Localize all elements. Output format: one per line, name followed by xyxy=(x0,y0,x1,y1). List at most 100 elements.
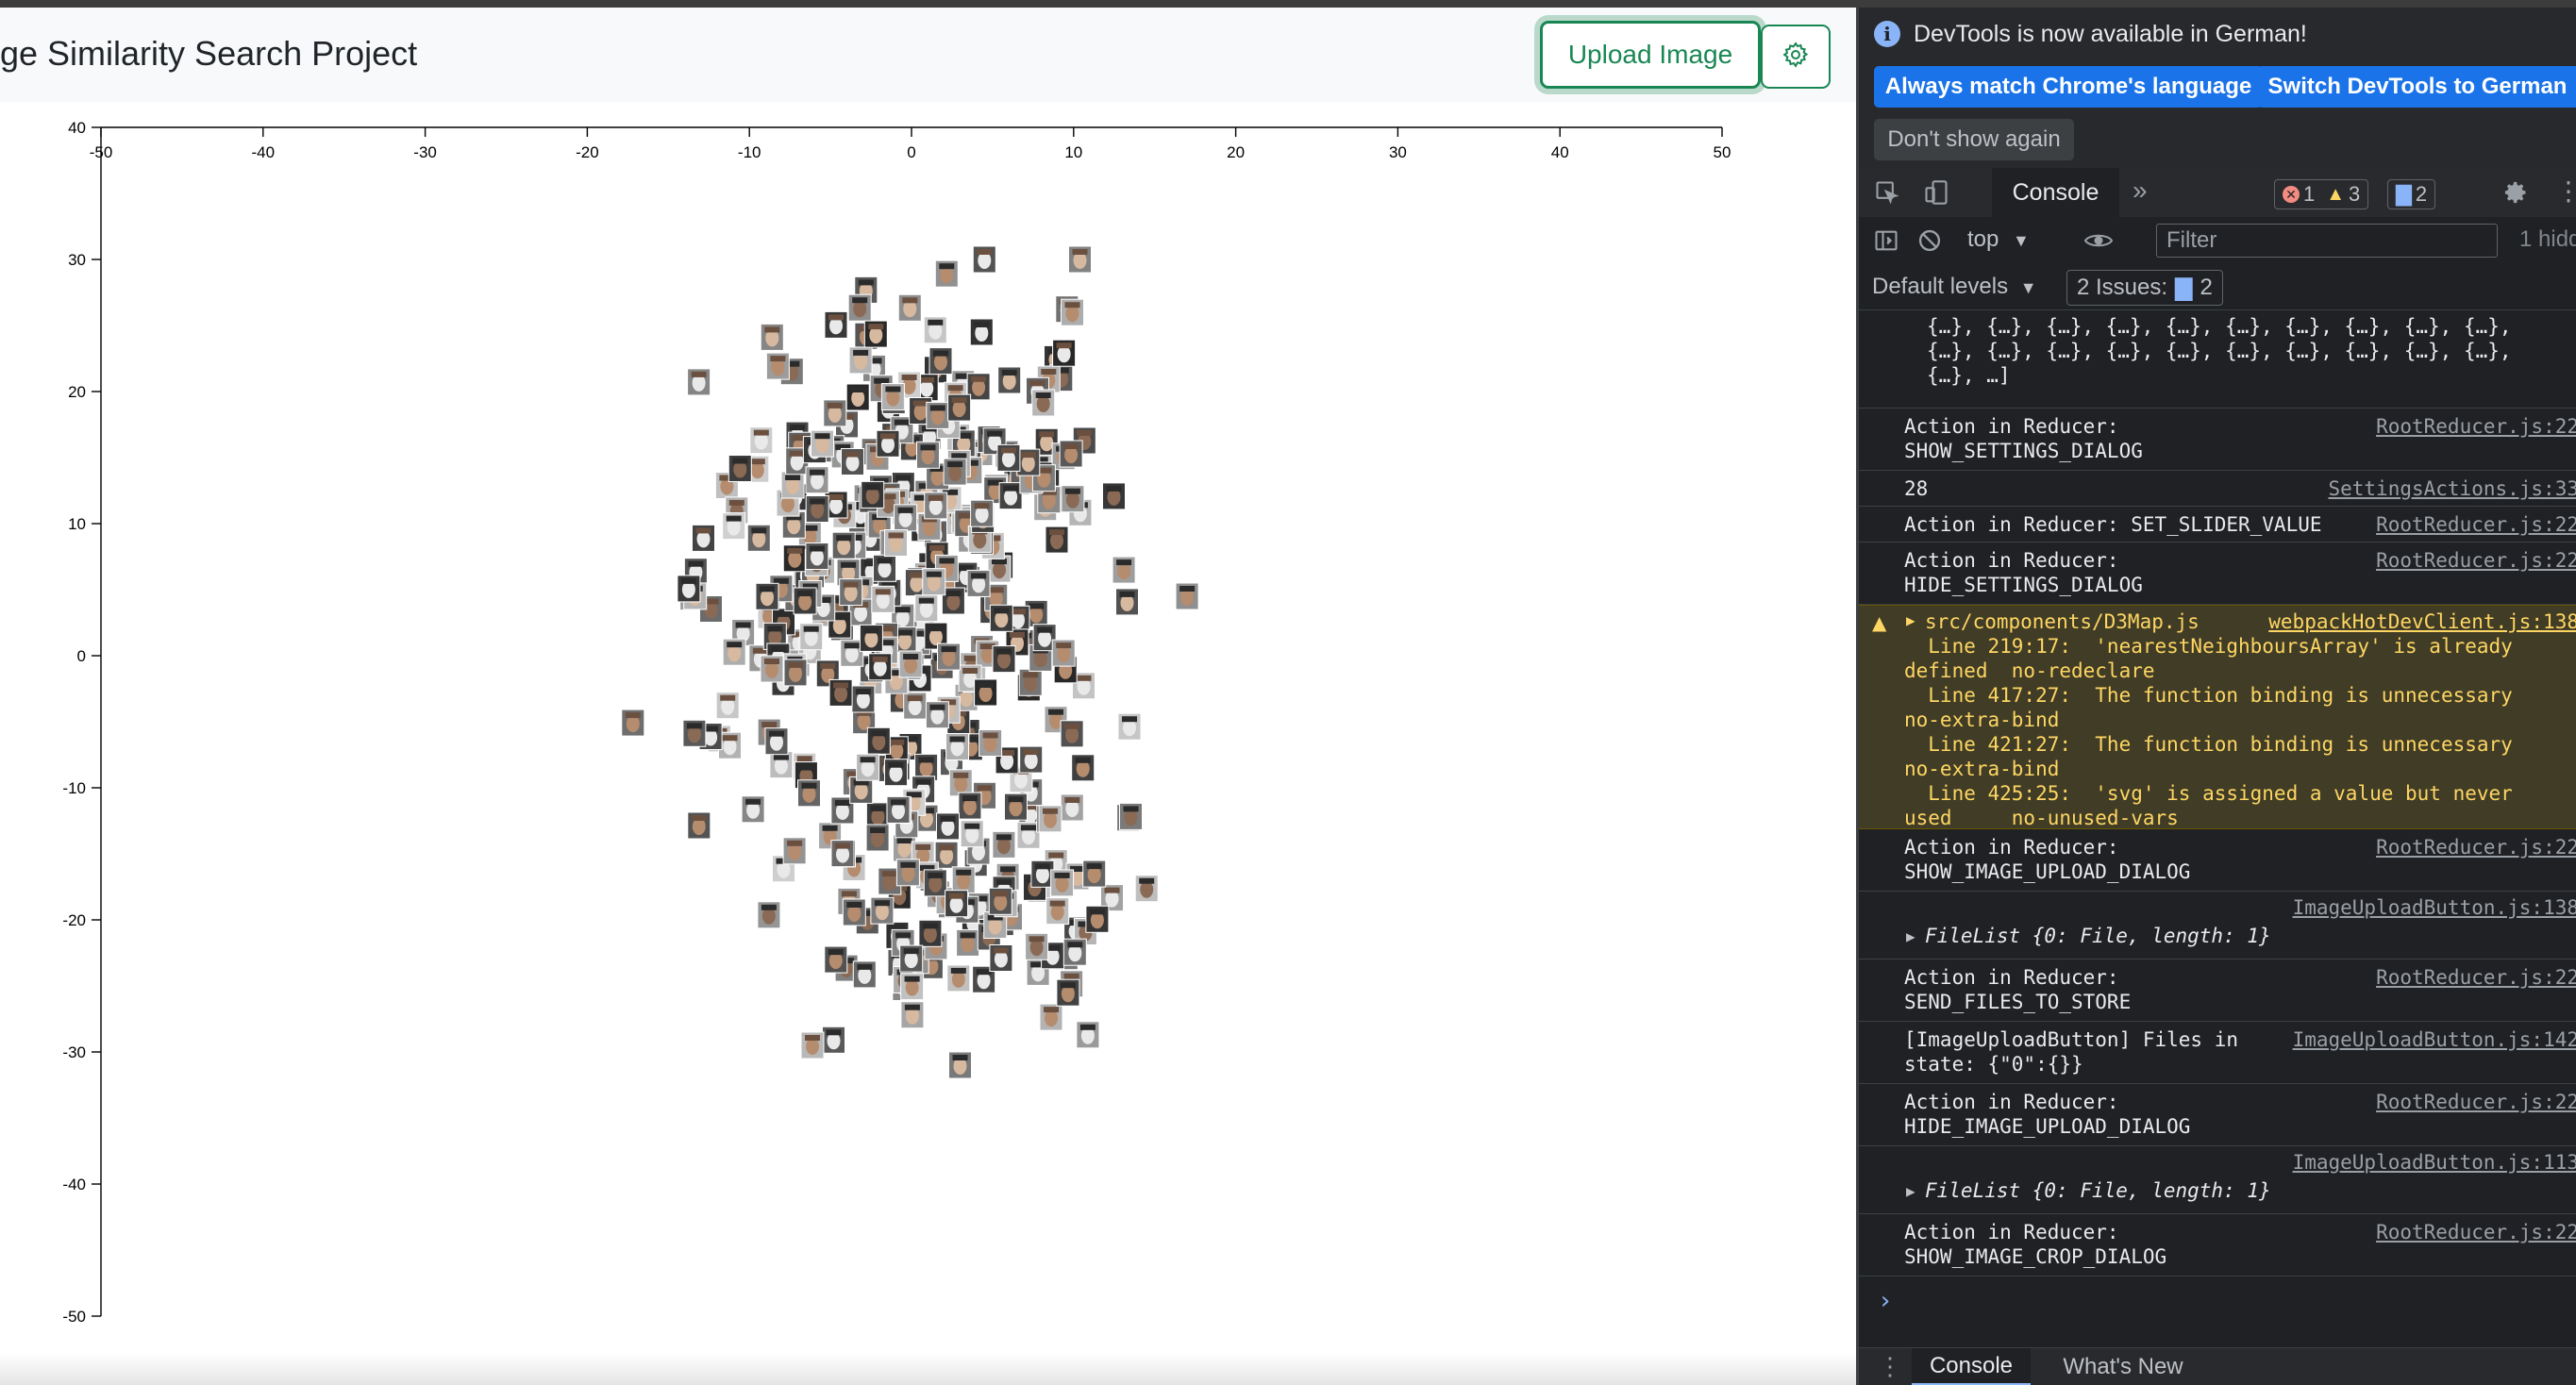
thumbnail-hair xyxy=(797,591,813,596)
thumbnail-hair xyxy=(928,319,944,325)
face-thumbnail xyxy=(914,594,939,623)
source-link[interactable]: webpackHotDevClient.js:138 xyxy=(2268,609,2576,634)
thumbnail-hair xyxy=(732,458,748,464)
source-link[interactable]: ImageUploadButton.js:138 xyxy=(2293,895,2576,920)
y-tick-label: -50 xyxy=(62,1308,86,1326)
source-link[interactable]: SettingsActions.js:33 xyxy=(2328,476,2576,501)
thumbnail-hair xyxy=(1063,443,1079,449)
face-thumbnail xyxy=(989,944,1013,972)
eye-icon[interactable] xyxy=(2083,226,2114,255)
clear-console-icon[interactable] xyxy=(1915,226,1944,255)
face-thumbnail xyxy=(988,887,1012,915)
thumbnail-hair xyxy=(885,386,901,392)
source-link[interactable]: RootReducer.js:22 xyxy=(2376,414,2576,439)
thumbnail-hair xyxy=(875,589,891,595)
more-options-icon[interactable]: ⋮ xyxy=(2555,175,2576,207)
face-thumbnail xyxy=(1134,875,1159,903)
face-thumbnail xyxy=(800,1031,825,1060)
console-toolbar: top ▼ Filter 1 hidden xyxy=(1859,217,2576,265)
source-link[interactable]: RootReducer.js:22 xyxy=(2376,965,2576,990)
source-link[interactable]: RootReducer.js:22 xyxy=(2376,548,2576,573)
context-selector[interactable]: top ▼ xyxy=(1967,226,2030,253)
face-thumbnail xyxy=(865,824,890,852)
thumbnail-hair xyxy=(939,263,955,270)
source-link[interactable]: RootReducer.js:22 xyxy=(2376,512,2576,537)
thumbnail-hair xyxy=(971,375,987,382)
face-thumbnail xyxy=(945,890,969,918)
settings-button[interactable] xyxy=(1761,25,1831,89)
thumbnail-hair xyxy=(796,756,812,762)
expand-triangle-icon[interactable]: ▶ xyxy=(1906,611,1915,629)
thumbnail-hair xyxy=(996,648,1012,655)
thumbnail-hair xyxy=(1060,982,1076,989)
navbar: ge Similarity Search Project Upload Imag… xyxy=(0,8,1856,102)
face-thumbnail xyxy=(769,751,794,779)
issues-button[interactable]: 2 Issues: ▇ 2 xyxy=(2066,270,2223,306)
dropdown-arrow-icon: ▼ xyxy=(2019,278,2037,297)
filelist-object[interactable]: FileList {0: File, length: 1} xyxy=(1925,1178,2271,1203)
drawer-menu-icon[interactable]: ⋮ xyxy=(1878,1352,1902,1381)
tsne-scatter-map[interactable]: -50 -40 -30 -20 -10 0 10 20 30 40 50 40 30 20 10 0 -10 -2… xyxy=(0,102,1856,1385)
message-counter[interactable]: ▇ 2 xyxy=(2387,179,2436,209)
thumbnail-hair xyxy=(1077,430,1093,436)
face-thumbnail xyxy=(880,383,905,410)
source-link[interactable]: RootReducer.js:22 xyxy=(2376,1220,2576,1244)
thumbnail-hair xyxy=(855,689,871,694)
face-thumbnail xyxy=(897,293,922,322)
thumbnail-hair xyxy=(1079,1024,1096,1030)
thumbnail-hair xyxy=(918,597,934,604)
sidebar-toggle-icon[interactable] xyxy=(1872,226,1900,255)
thumbnail-hair xyxy=(888,761,904,768)
console-filter-input[interactable]: Filter xyxy=(2156,224,2498,258)
thumbnail-hair xyxy=(872,656,888,662)
more-tabs-icon[interactable]: » xyxy=(2133,175,2148,206)
face-thumbnail xyxy=(923,316,947,344)
thumbnail-hair xyxy=(974,503,990,509)
face-thumbnail xyxy=(972,245,996,274)
issue-icon: ▇ xyxy=(2175,275,2193,301)
face-thumbnail xyxy=(922,568,946,596)
face-thumbnail xyxy=(1039,1003,1063,1031)
face-thumbnail xyxy=(848,346,873,375)
tab-console[interactable]: Console xyxy=(1992,168,2119,217)
thumbnail-hair xyxy=(803,626,819,632)
thumbnail-hair xyxy=(962,795,978,802)
face-thumbnail xyxy=(1115,588,1139,616)
source-link[interactable]: RootReducer.js:22 xyxy=(2376,835,2576,859)
console-prompt[interactable]: › xyxy=(1878,1287,1893,1315)
thumbnail-hair xyxy=(950,967,966,974)
drawer-tab-console[interactable]: Console xyxy=(1912,1348,2031,1385)
source-link[interactable]: ImageUploadButton.js:142 xyxy=(2293,1027,2576,1052)
thumbnail-hair xyxy=(767,626,783,632)
thumbnail-hair xyxy=(1041,369,1057,375)
settings-gear-icon[interactable] xyxy=(2501,177,2531,208)
console-log[interactable]: {…}, {…}, {…}, {…}, {…}, {…}, {…}, {…}, … xyxy=(1859,310,2576,1348)
switch-to-german-button[interactable]: Switch DevTools to German xyxy=(2257,66,2576,108)
inspect-element-icon[interactable] xyxy=(1872,177,1902,208)
thumbnail-hair xyxy=(929,704,945,710)
page-title: ge Similarity Search Project xyxy=(0,34,418,73)
drawer-tab-whats-new[interactable]: What's New xyxy=(2038,1348,2208,1385)
log-levels-dropdown[interactable]: Default levels ▼ xyxy=(1872,274,2037,300)
expand-triangle-icon[interactable]: ▶ xyxy=(1906,927,1915,945)
upload-image-button[interactable]: Upload Image xyxy=(1540,21,1761,89)
filelist-object[interactable]: FileList {0: File, length: 1} xyxy=(1925,924,2271,948)
thumbnail-hair xyxy=(1039,431,1055,438)
thumbnail-hair xyxy=(753,429,769,436)
issue-counters[interactable]: ✕ 1 ▲ 3 xyxy=(2274,179,2369,209)
dont-show-again-button[interactable]: Don't show again xyxy=(1874,119,2074,160)
always-match-language-button[interactable]: Always match Chrome's language xyxy=(1874,66,2263,108)
thumbnail-hair xyxy=(1056,642,1072,649)
thumbnail-hair xyxy=(1063,973,1079,979)
device-toolbar-icon[interactable] xyxy=(1921,177,1951,208)
face-thumbnail xyxy=(859,624,883,652)
source-link[interactable]: ImageUploadButton.js:113 xyxy=(2293,1150,2576,1175)
thumbnail-hair xyxy=(988,587,1004,593)
source-link[interactable]: RootReducer.js:22 xyxy=(2376,1090,2576,1114)
thumbnail-hair xyxy=(994,608,1010,614)
face-thumbnail xyxy=(828,678,853,707)
thumbnail-hair xyxy=(843,581,859,588)
expand-triangle-icon[interactable]: ▶ xyxy=(1906,1182,1915,1200)
face-thumbnail xyxy=(992,830,1016,859)
thumbnail-hair xyxy=(1049,529,1064,536)
